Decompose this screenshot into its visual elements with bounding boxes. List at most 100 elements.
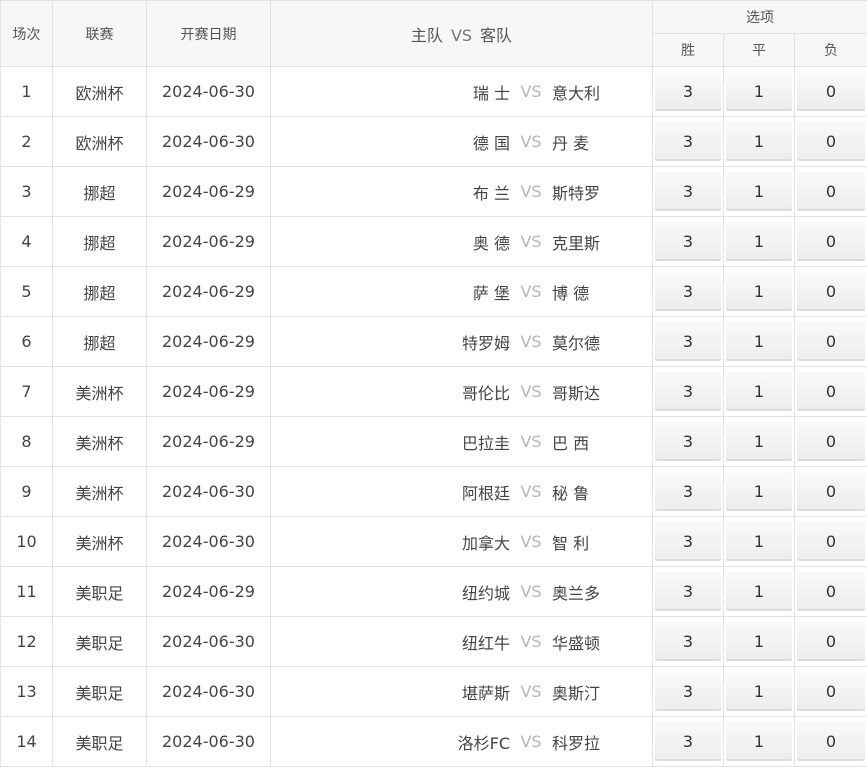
league-name: 挪超 [53, 217, 147, 267]
match-date: 2024-06-30 [147, 67, 271, 117]
option-cell-lose: 0 [795, 667, 867, 717]
option-win-button[interactable]: 3 [655, 222, 721, 261]
option-cell-win: 3 [653, 667, 724, 717]
vs-label: VS [510, 532, 552, 551]
match-date: 2024-06-30 [147, 467, 271, 517]
option-win-button[interactable]: 3 [655, 272, 721, 311]
home-team: 德 国 [400, 130, 510, 154]
option-draw-button[interactable]: 1 [726, 472, 792, 511]
option-cell-draw: 1 [724, 367, 795, 417]
option-draw-button[interactable]: 1 [726, 622, 792, 661]
option-draw-button[interactable]: 1 [726, 522, 792, 561]
match-date: 2024-06-30 [147, 717, 271, 767]
option-win-button[interactable]: 3 [655, 572, 721, 611]
league-name: 欧洲杯 [53, 117, 147, 167]
option-cell-win: 3 [653, 67, 724, 117]
away-team: 秘 鲁 [552, 480, 652, 504]
header-vs: VS [451, 26, 472, 45]
table-row: 13美职足2024-06-30堪萨斯VS奥斯汀310 [1, 667, 867, 717]
away-team: 奥斯汀 [552, 680, 652, 704]
option-lose-button[interactable]: 0 [797, 172, 865, 211]
option-draw-button[interactable]: 1 [726, 322, 792, 361]
away-team: 克里斯 [552, 230, 652, 254]
option-cell-win: 3 [653, 417, 724, 467]
match-index: 11 [1, 567, 53, 617]
option-win-button[interactable]: 3 [655, 672, 721, 711]
option-win-button[interactable]: 3 [655, 422, 721, 461]
option-win-button[interactable]: 3 [655, 322, 721, 361]
match-teams: 巴拉圭VS巴 西 [271, 417, 653, 467]
table-row: 6挪超2024-06-29特罗姆VS莫尔德310 [1, 317, 867, 367]
option-draw-button[interactable]: 1 [726, 122, 792, 161]
option-lose-button[interactable]: 0 [797, 122, 865, 161]
option-cell-lose: 0 [795, 117, 867, 167]
option-lose-button[interactable]: 0 [797, 522, 865, 561]
home-team: 阿根廷 [400, 480, 510, 504]
option-lose-button[interactable]: 0 [797, 722, 865, 761]
option-win-button[interactable]: 3 [655, 72, 721, 111]
table-row: 2欧洲杯2024-06-30德 国VS丹 麦310 [1, 117, 867, 167]
match-index: 3 [1, 167, 53, 217]
header-options: 选项 [653, 1, 867, 34]
home-team: 堪萨斯 [400, 680, 510, 704]
vs-label: VS [510, 582, 552, 601]
league-name: 美洲杯 [53, 467, 147, 517]
away-team: 斯特罗 [552, 180, 652, 204]
option-draw-button[interactable]: 1 [726, 272, 792, 311]
option-draw-button[interactable]: 1 [726, 222, 792, 261]
option-cell-lose: 0 [795, 567, 867, 617]
option-cell-lose: 0 [795, 417, 867, 467]
option-draw-button[interactable]: 1 [726, 72, 792, 111]
match-index: 6 [1, 317, 53, 367]
option-cell-draw: 1 [724, 717, 795, 767]
option-win-button[interactable]: 3 [655, 122, 721, 161]
option-cell-draw: 1 [724, 667, 795, 717]
option-lose-button[interactable]: 0 [797, 422, 865, 461]
option-win-button[interactable]: 3 [655, 172, 721, 211]
match-teams: 萨 堡VS博 德 [271, 267, 653, 317]
option-win-button[interactable]: 3 [655, 722, 721, 761]
option-lose-button[interactable]: 0 [797, 572, 865, 611]
match-date: 2024-06-29 [147, 267, 271, 317]
home-team: 瑞 士 [400, 80, 510, 104]
option-cell-draw: 1 [724, 117, 795, 167]
option-draw-button[interactable]: 1 [726, 572, 792, 611]
table-row: 4挪超2024-06-29奥 德VS克里斯310 [1, 217, 867, 267]
option-lose-button[interactable]: 0 [797, 672, 865, 711]
match-teams: 瑞 士VS意大利 [271, 67, 653, 117]
option-cell-win: 3 [653, 217, 724, 267]
option-win-button[interactable]: 3 [655, 522, 721, 561]
away-team: 华盛顿 [552, 630, 652, 654]
option-win-button[interactable]: 3 [655, 372, 721, 411]
option-draw-button[interactable]: 1 [726, 722, 792, 761]
match-date: 2024-06-30 [147, 517, 271, 567]
match-date: 2024-06-29 [147, 567, 271, 617]
option-lose-button[interactable]: 0 [797, 372, 865, 411]
option-lose-button[interactable]: 0 [797, 622, 865, 661]
option-lose-button[interactable]: 0 [797, 222, 865, 261]
vs-label: VS [510, 682, 552, 701]
match-date: 2024-06-30 [147, 667, 271, 717]
option-win-button[interactable]: 3 [655, 622, 721, 661]
option-draw-button[interactable]: 1 [726, 172, 792, 211]
match-teams: 布 兰VS斯特罗 [271, 167, 653, 217]
header-league: 联赛 [53, 1, 147, 67]
match-index: 14 [1, 717, 53, 767]
away-team: 智 利 [552, 530, 652, 554]
vs-label: VS [510, 432, 552, 451]
home-team: 萨 堡 [400, 280, 510, 304]
option-cell-win: 3 [653, 467, 724, 517]
option-cell-lose: 0 [795, 267, 867, 317]
option-draw-button[interactable]: 1 [726, 422, 792, 461]
option-lose-button[interactable]: 0 [797, 472, 865, 511]
option-win-button[interactable]: 3 [655, 472, 721, 511]
match-date: 2024-06-29 [147, 167, 271, 217]
option-lose-button[interactable]: 0 [797, 272, 865, 311]
vs-label: VS [510, 632, 552, 651]
option-cell-draw: 1 [724, 67, 795, 117]
option-draw-button[interactable]: 1 [726, 372, 792, 411]
away-team: 哥斯达 [552, 380, 652, 404]
option-draw-button[interactable]: 1 [726, 672, 792, 711]
option-lose-button[interactable]: 0 [797, 72, 865, 111]
option-lose-button[interactable]: 0 [797, 322, 865, 361]
